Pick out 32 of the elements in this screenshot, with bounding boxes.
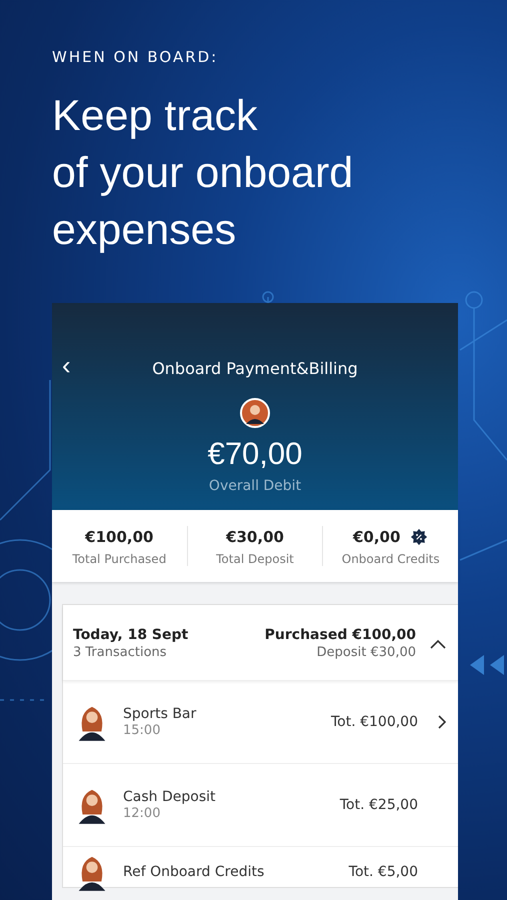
transaction-total: Tot. €100,00 [330,714,418,730]
screen-title: Onboard Payment&Billing [152,359,358,378]
back-button[interactable]: ‹ [58,353,75,377]
chevron-icon[interactable] [438,715,446,729]
purchased-total: Purchased €100,00 [264,627,416,643]
transaction-row[interactable]: Cash Deposit 12:00 Tot. €25,00 [63,763,458,846]
transaction-row[interactable]: Ref Onboard Credits Tot. €5,00 [63,846,458,887]
headline-line: of your onboard [52,148,354,199]
eyebrow-text: WHEN ON BOARD: [52,48,220,66]
avatar-icon [240,398,270,428]
transaction-total: Tot. €25,00 [340,797,418,813]
transaction-time: 15:00 [123,723,162,738]
stat-value: €30,00 [226,528,284,546]
stat-label: Total Purchased [71,552,168,566]
transaction-name: Ref Onboard Credits [123,864,266,880]
stat-label: Onboard Credits [340,552,441,566]
transaction-row[interactable]: Sports Bar 15:00 Tot. €100,00 [63,680,458,763]
transaction-name: Sports Bar [123,706,198,722]
stat-value: €0,00 [352,528,400,546]
deposit-total: Deposit €30,00 [316,645,416,660]
stat-label: Total Deposit [215,552,295,566]
group-date: Today, 18 Sept [73,627,190,643]
transaction-total: Tot. €5,00 [348,864,418,880]
stat-value: €100,00 [85,528,154,546]
debit-amount: €70,00 [208,436,302,472]
headline-line: Keep track [52,91,259,142]
transaction-time: 12:00 [123,806,162,821]
transaction-count: 3 Transactions [73,645,168,660]
transaction-name: Cash Deposit [123,789,216,805]
caret-icon[interactable] [430,638,446,648]
headline-line: expenses [52,205,238,256]
debit-label: Overall Debit [208,478,302,494]
